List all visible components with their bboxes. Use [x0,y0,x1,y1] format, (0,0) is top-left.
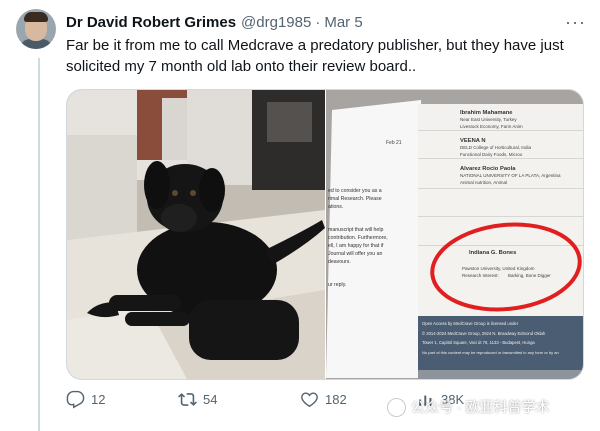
email-line-3: ations. [328,204,343,210]
retweet-icon [178,393,197,406]
email-line-6: contribution. Furthermore, [328,235,388,241]
reviewer-interest-4: Barking, Bone Digger [508,273,551,278]
tweet-text: Far be it from me to call Medcrave a pre… [66,37,564,75]
like-count: 182 [325,392,347,407]
watermark: 公众号 · 欧亚科普学术 [387,397,549,417]
email-line-8: Journal will offer you an [328,251,383,257]
email-line-2: rimal Research. Please [328,196,382,202]
watermark-icon [387,397,406,417]
reviewer-name-2: VEENA N [460,138,486,144]
footer-line-3: Tower 1, Capitol Square, Vaci út 76, 113… [422,340,535,345]
reviewer-interest-3: Animal nutrition, Animal [460,180,507,185]
watermark-text: 公众号 · 欧亚科普学术 [411,399,550,415]
heart-icon [301,392,318,408]
footer-line-4: No part of this content may be reproduce… [422,350,559,355]
reviewer-interest-1: Livestock Economy, Farm Anim [460,124,523,129]
reviewer-interest-label-4: Research Interest: [462,273,499,278]
reviewer-affil-4: Pawston University, United Kingdom [462,266,535,271]
more-icon[interactable]: ··· [565,12,586,33]
avatar[interactable] [16,9,56,49]
reply-icon [66,390,85,409]
reviewer-affil-3: NATIONAL UNIVERSITY OF LA PLATA, Argenti… [460,173,561,178]
dog-photo[interactable] [67,90,325,379]
reply-action[interactable]: 12 [66,390,105,409]
review-board-svg: ed to consider you as a rimal Research. … [326,90,583,379]
reviewer-name-3: Alvarez Rocio Paola [460,166,516,172]
email-date: Feb 21 [386,140,402,146]
reply-count: 12 [91,392,106,407]
thread-line [38,58,40,431]
retweet-action[interactable]: 54 [178,390,217,409]
reviewer-affil-1: Near East University, Turkey [460,117,517,122]
email-line-11: ur reply. [328,282,346,288]
email-line-7: ell, I am happy for that if [328,243,384,249]
dog-photo-svg [67,90,325,379]
reviewer-name-4: Indiana G. Bones [469,250,516,256]
separator: · [315,13,321,31]
review-board-photo[interactable]: ed to consider you as a rimal Research. … [326,90,583,379]
reviewer-interest-2: Functional Dairy Foods, Microo [460,152,523,157]
tweet-date[interactable]: Mar 5 [324,14,362,31]
author-handle[interactable]: @drg1985 [241,14,311,31]
reviewer-name-1: Ibrahim Mahamane [460,110,513,116]
footer-line-1: Open Access by MedCrave Group is license… [422,321,519,326]
email-line-5: manuscript that will help [328,227,383,233]
reviewer-affil-2: DELD College of Horticultural, India [460,145,532,150]
like-action[interactable]: 182 [300,390,347,409]
retweet-count: 54 [203,392,218,407]
avatar-hair [24,12,48,22]
tweet-media: ed to consider you as a rimal Research. … [66,89,584,380]
author-name[interactable]: Dr David Robert Grimes [66,14,236,31]
email-line-9: deavours. [328,259,351,265]
tweet-header: Dr David Robert Grimes @drg1985 · Mar 5 … [66,11,586,33]
footer-line-2: © 2014-2024 MedCrave Group, 2524 N. Broa… [422,331,546,336]
email-line-1: ed to consider you as a [328,188,382,194]
